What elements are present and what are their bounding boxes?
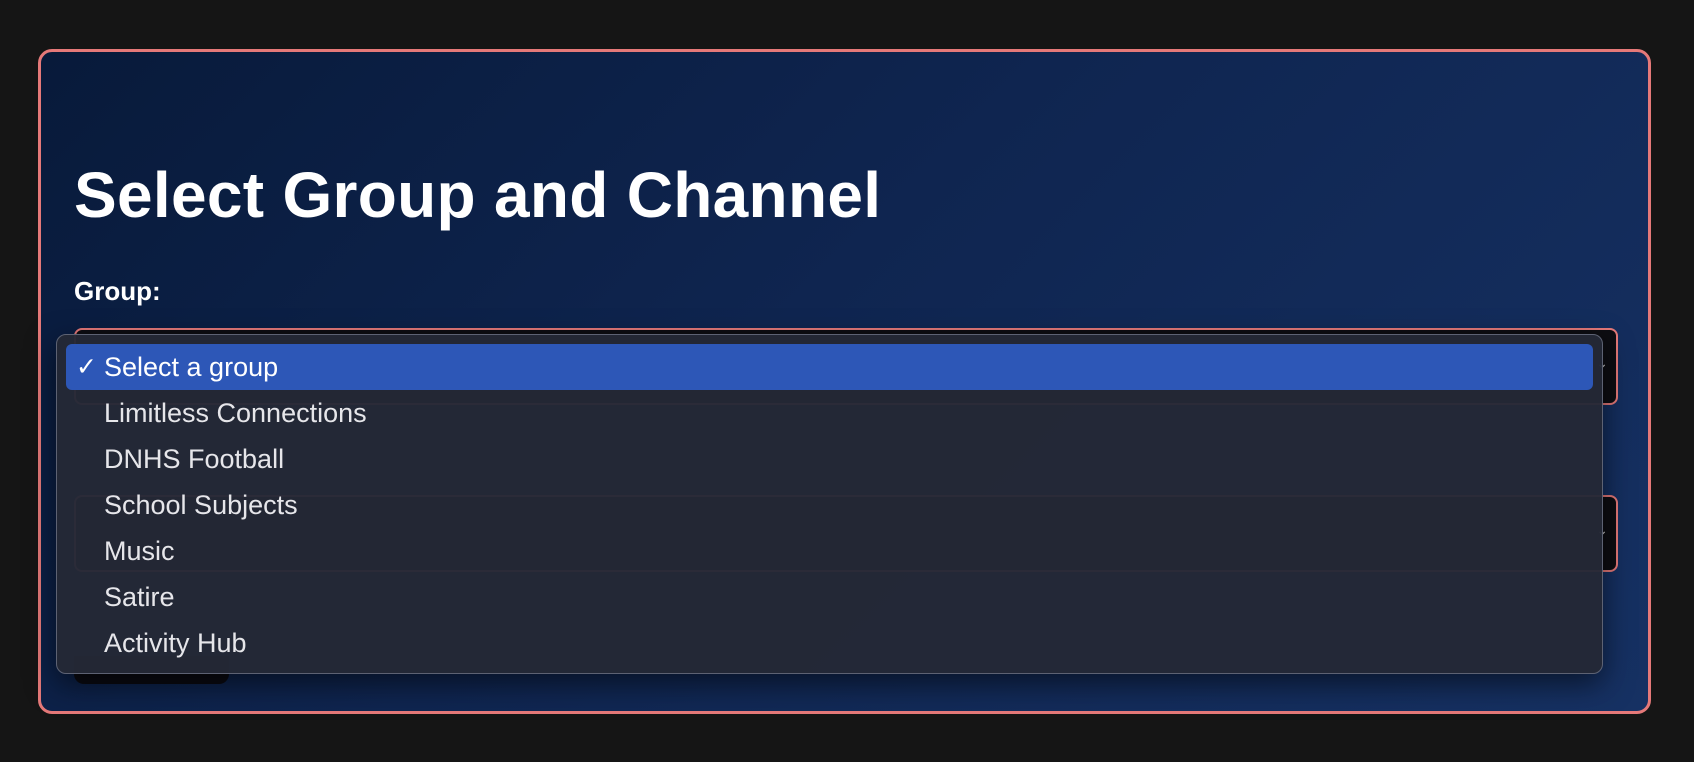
- check-icon: ✓: [76, 352, 97, 381]
- option-label: Limitless Connections: [104, 398, 367, 428]
- option-label: DNHS Football: [104, 444, 285, 474]
- group-option-dnhs-football[interactable]: DNHS Football: [66, 436, 1593, 482]
- group-option-limitless-connections[interactable]: Limitless Connections: [66, 390, 1593, 436]
- page-title: Select Group and Channel: [74, 159, 882, 231]
- group-option-activity-hub[interactable]: Activity Hub: [66, 620, 1593, 666]
- group-option-satire[interactable]: Satire: [66, 574, 1593, 620]
- option-label: Satire: [104, 582, 175, 612]
- group-dropdown-menu: ✓ Select a group Limitless Connections D…: [56, 334, 1603, 674]
- group-option-school-subjects[interactable]: School Subjects: [66, 482, 1593, 528]
- option-label: Select a group: [104, 352, 279, 382]
- group-option-music[interactable]: Music: [66, 528, 1593, 574]
- group-label: Group:: [74, 276, 161, 306]
- option-label: Activity Hub: [104, 628, 247, 658]
- group-option-select-a-group[interactable]: ✓ Select a group: [66, 344, 1593, 390]
- option-label: Music: [104, 536, 175, 566]
- option-label: School Subjects: [104, 490, 298, 520]
